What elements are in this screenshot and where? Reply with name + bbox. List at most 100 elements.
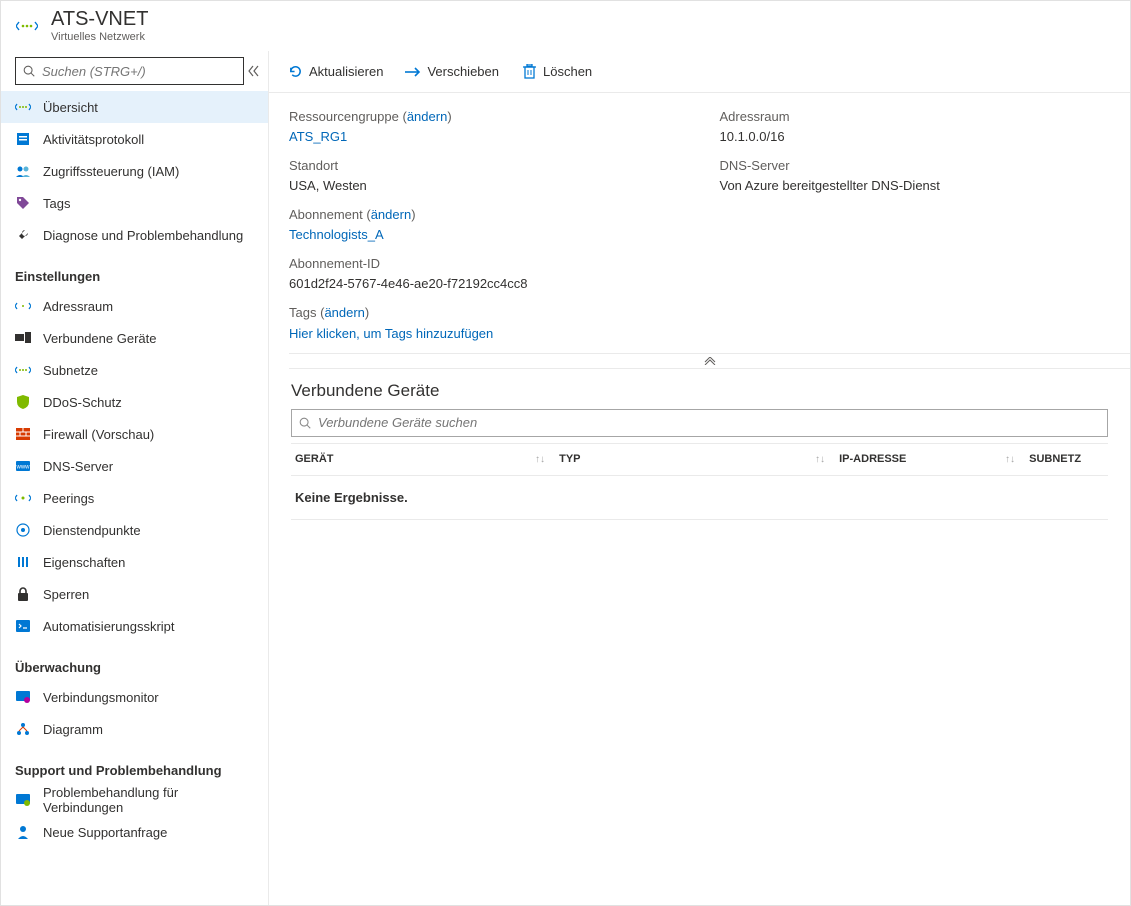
move-button[interactable]: Verschieben <box>405 64 499 80</box>
nav-trouble[interactable]: Problembehandlung für Verbindungen <box>1 784 268 816</box>
nav-label: Tags <box>43 196 70 211</box>
addr-label: Adressraum <box>720 109 790 124</box>
section-monitor: Überwachung <box>1 642 268 681</box>
sidebar-search[interactable] <box>15 57 244 85</box>
sidebar-nav: Übersicht Aktivitätsprotokoll Zugriffsst… <box>1 91 268 848</box>
nav-diagram[interactable]: Diagramm <box>1 713 268 745</box>
rg-change-link[interactable]: ändern <box>407 109 447 124</box>
nav-overview[interactable]: Übersicht <box>1 91 268 123</box>
trouble-icon <box>15 792 31 808</box>
col-subnet[interactable]: ↑↓ Subnetz <box>1001 453 1108 465</box>
col-device[interactable]: Gerät <box>291 453 531 465</box>
lock-icon <box>15 586 31 602</box>
nav-label: Peerings <box>43 491 94 506</box>
essentials-panel: Ressourcengruppe (ändern) ATS_RG1 Stando… <box>269 93 1130 303</box>
vnet-small-icon <box>15 99 31 115</box>
devices-search-input[interactable] <box>318 415 1101 430</box>
nav-connmon[interactable]: Verbindungsmonitor <box>1 681 268 713</box>
nav-label: Diagnose und Problembehandlung <box>43 228 243 243</box>
nav-properties[interactable]: Eigenschaften <box>1 546 268 578</box>
nav-label: Automatisierungsskript <box>43 619 175 634</box>
no-results: Keine Ergebnisse. <box>291 476 1108 520</box>
nav-automation[interactable]: Automatisierungsskript <box>1 610 268 642</box>
sub-change-link[interactable]: ändern <box>371 207 411 222</box>
nav-label: Sperren <box>43 587 89 602</box>
loc-label: Standort <box>289 158 338 173</box>
addr-value: 10.1.0.0/16 <box>720 129 785 144</box>
btn-label: Löschen <box>543 64 592 79</box>
nav-request[interactable]: Neue Supportanfrage <box>1 816 268 848</box>
devices-search[interactable] <box>291 409 1108 437</box>
nav-activity[interactable]: Aktivitätsprotokoll <box>1 123 268 155</box>
refresh-icon <box>287 64 303 80</box>
toolbar: Aktualisieren Verschieben Löschen <box>269 51 1130 93</box>
refresh-button[interactable]: Aktualisieren <box>287 64 383 80</box>
support-icon <box>15 824 31 840</box>
monitor-icon <box>15 689 31 705</box>
nav-label: Adressraum <box>43 299 113 314</box>
nav-tags[interactable]: Tags <box>1 187 268 219</box>
nav-firewall[interactable]: Firewall (Vorschau) <box>1 418 268 450</box>
tag-icon <box>15 195 31 211</box>
nav-subnets[interactable]: Subnetze <box>1 354 268 386</box>
nav-label: Subnetze <box>43 363 98 378</box>
essentials-collapse[interactable] <box>289 353 1130 369</box>
sub-value[interactable]: Technologists_A <box>289 227 384 242</box>
nav-iam[interactable]: Zugriffssteuerung (IAM) <box>1 155 268 187</box>
nav-label: Firewall (Vorschau) <box>43 427 154 442</box>
nav-ddos[interactable]: DDoS-Schutz <box>1 386 268 418</box>
tags-change-link[interactable]: ändern <box>324 305 364 320</box>
subnet-icon <box>15 362 31 378</box>
nav-label: Neue Supportanfrage <box>43 825 167 840</box>
dns-label: DNS-Server <box>720 158 790 173</box>
rg-label: Ressourcengruppe <box>289 109 399 124</box>
page-title: ATS-VNET <box>51 9 148 29</box>
nav-label: Problembehandlung für Verbindungen <box>43 785 254 815</box>
nav-label: Übersicht <box>43 100 98 115</box>
search-icon <box>22 64 36 78</box>
sort-icon: ↑↓ <box>535 454 545 465</box>
nav-address[interactable]: Adressraum <box>1 290 268 322</box>
sort-icon: ↑↓ <box>1005 454 1015 465</box>
delete-button[interactable]: Löschen <box>521 64 592 80</box>
btn-label: Aktualisieren <box>309 64 383 79</box>
rg-value[interactable]: ATS_RG1 <box>289 129 347 144</box>
properties-icon <box>15 554 31 570</box>
sidebar-search-input[interactable] <box>42 64 237 79</box>
nav-label: Eigenschaften <box>43 555 125 570</box>
nav-dns[interactable]: www DNS-Server <box>1 450 268 482</box>
devices-title: Verbundene Geräte <box>269 369 1130 409</box>
devices-icon <box>15 330 31 346</box>
nav-label: Aktivitätsprotokoll <box>43 132 144 147</box>
nav-label: Zugriffssteuerung (IAM) <box>43 164 179 179</box>
tags-row: Tags (ändern) Hier klicken, um Tags hinz… <box>269 303 1130 353</box>
nav-peerings[interactable]: Peerings <box>1 482 268 514</box>
tags-label: Tags <box>289 305 316 320</box>
col-ip[interactable]: ↑↓ IP-Adresse <box>811 453 1001 465</box>
main-content: Aktualisieren Verschieben Löschen Ressou… <box>269 51 1130 905</box>
address-icon <box>15 298 31 314</box>
nav-locks[interactable]: Sperren <box>1 578 268 610</box>
vnet-icon <box>15 14 39 38</box>
nav-endpoints[interactable]: Dienstendpunkte <box>1 514 268 546</box>
tags-add-link[interactable]: Hier klicken, um Tags hinzuzufügen <box>289 326 493 341</box>
endpoint-icon <box>15 522 31 538</box>
col-type[interactable]: ↑↓ Typ <box>531 453 811 465</box>
svg-text:www: www <box>16 465 30 471</box>
btn-label: Verschieben <box>427 64 499 79</box>
blade-header: ATS-VNET Virtuelles Netzwerk <box>1 1 1130 51</box>
shield-icon <box>15 394 31 410</box>
collapse-sidebar-icon[interactable] <box>246 63 262 79</box>
dns-value: Von Azure bereitgestellter DNS-Dienst <box>720 178 940 193</box>
log-icon <box>15 131 31 147</box>
nav-label: Diagramm <box>43 722 103 737</box>
peerings-icon <box>15 490 31 506</box>
devices-grid: Gerät ↑↓ Typ ↑↓ IP-Adresse ↑↓ Subnetz Ke… <box>291 443 1108 520</box>
trash-icon <box>521 64 537 80</box>
firewall-icon <box>15 426 31 442</box>
nav-connected[interactable]: Verbundene Geräte <box>1 322 268 354</box>
people-icon <box>15 163 31 179</box>
page-subtitle: Virtuelles Netzwerk <box>51 31 148 43</box>
nav-diagnose[interactable]: Diagnose und Problembehandlung <box>1 219 268 251</box>
sidebar: Übersicht Aktivitätsprotokoll Zugriffsst… <box>1 51 269 905</box>
